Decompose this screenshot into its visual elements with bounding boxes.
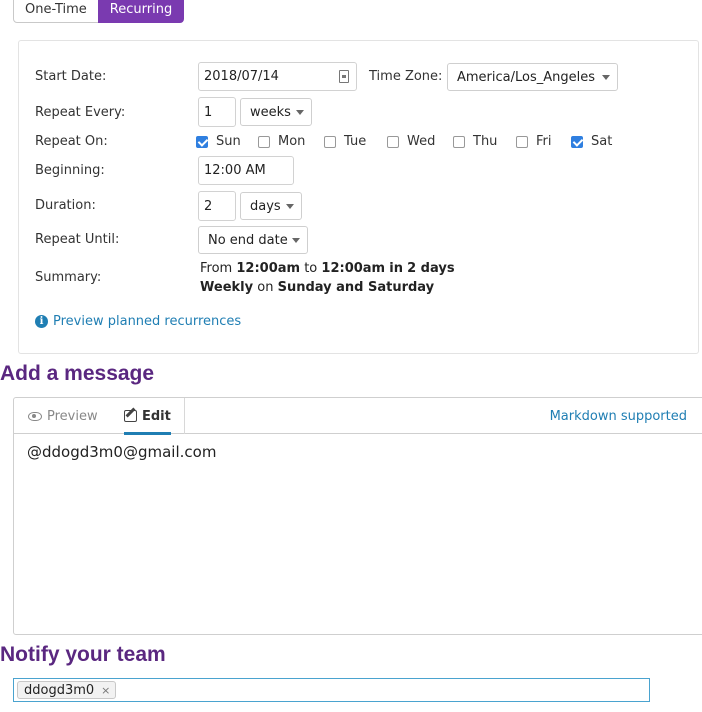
timezone-value: America/Los_Angeles [457,69,596,85]
day-option-thu[interactable]: Thu [453,134,497,149]
checkbox-thu[interactable] [453,135,465,148]
tab-recurring[interactable]: Recurring [97,0,185,23]
start-date-input[interactable]: 2018/07/14 [198,62,357,91]
recipient-token-label: ddogd3m0 [24,682,95,698]
day-label: Mon [278,134,306,149]
day-label: Thu [473,134,498,149]
close-icon[interactable]: × [101,684,110,697]
calendar-icon[interactable] [339,70,349,83]
day-option-tue[interactable]: Tue [324,134,366,149]
repeat-every-value: 1 [204,104,213,120]
checkbox-fri[interactable] [516,135,528,148]
eye-icon [28,411,42,421]
checkbox-sun[interactable] [196,135,208,148]
editor-tabs: Preview Edit Markdown supported [14,398,702,435]
summary-label: Summary: [35,270,102,285]
checkbox-wed[interactable] [387,135,399,148]
chevron-down-icon [292,238,300,243]
notify-team-input[interactable]: ddogd3m0 × [13,678,650,702]
tab-edit[interactable]: Edit [124,398,171,435]
preview-recurrences-label: Preview planned recurrences [53,314,242,329]
day-option-sun[interactable]: Sun [196,134,241,149]
day-label: Wed [407,134,436,149]
edit-icon [124,410,137,422]
chevron-down-icon [296,110,304,115]
message-editor: Preview Edit Markdown supported @ddogd3m… [13,397,702,635]
repeat-until-value: No end date [208,232,288,248]
timezone-label: Time Zone: [369,69,443,84]
recurrence-panel: Start Date: 2018/07/14 Time Zone: Americ… [18,40,699,354]
checkbox-sat[interactable] [571,135,583,148]
tab-one-time[interactable]: One-Time [13,0,99,23]
recipient-token[interactable]: ddogd3m0 × [17,681,117,699]
chevron-down-icon [602,75,610,80]
beginning-time-input[interactable]: 12:00 AM [198,156,294,185]
checkbox-tue[interactable] [324,135,336,148]
summary-line-1: From 12:00am to 12:00am in 2 days [200,261,455,276]
checkbox-mon[interactable] [258,135,270,148]
tab-preview[interactable]: Preview [28,398,98,434]
repeat-on-label: Repeat On: [35,134,108,149]
info-icon: i [35,315,48,328]
summary-line-2: Weekly on Sunday and Saturday [200,280,435,295]
tab-preview-label: Preview [47,408,98,424]
duration-label: Duration: [35,198,96,213]
day-option-sat[interactable]: Sat [571,134,612,149]
notify-team-heading: Notify your team [0,643,166,666]
duration-input[interactable]: 2 [198,191,236,221]
day-label: Tue [344,134,367,149]
repeat-every-label: Repeat Every: [35,105,126,120]
day-label: Fri [536,134,552,149]
timezone-select[interactable]: America/Los_Angeles [447,63,618,91]
duration-value: 2 [204,198,213,214]
tab-divider [184,398,185,434]
repeat-until-label: Repeat Until: [35,232,120,247]
start-date-label: Start Date: [35,69,107,84]
day-option-mon[interactable]: Mon [258,134,305,149]
chevron-down-icon [286,204,294,209]
day-option-fri[interactable]: Fri [516,134,552,149]
markdown-supported-link[interactable]: Markdown supported [550,398,687,434]
tab-edit-label: Edit [142,408,171,424]
preview-recurrences-link[interactable]: i Preview planned recurrences [35,314,241,329]
repeat-every-unit-value: weeks [250,104,291,120]
start-date-value: 2018/07/14 [204,69,279,84]
repeat-every-unit-select[interactable]: weeks [240,98,312,126]
repeat-until-select[interactable]: No end date [198,226,308,254]
day-option-wed[interactable]: Wed [387,134,435,149]
message-textarea[interactable]: @ddogd3m0@gmail.com [27,443,216,461]
repeat-every-input[interactable]: 1 [198,97,236,127]
add-message-heading: Add a message [0,362,155,385]
day-label: Sat [591,134,613,149]
duration-unit-value: days [250,198,281,214]
schedule-type-tabs: One-Time Recurring [13,0,185,23]
beginning-label: Beginning: [35,163,105,178]
beginning-time-value: 12:00 AM [204,163,266,178]
day-label: Sun [216,134,241,149]
duration-unit-select[interactable]: days [240,192,302,220]
